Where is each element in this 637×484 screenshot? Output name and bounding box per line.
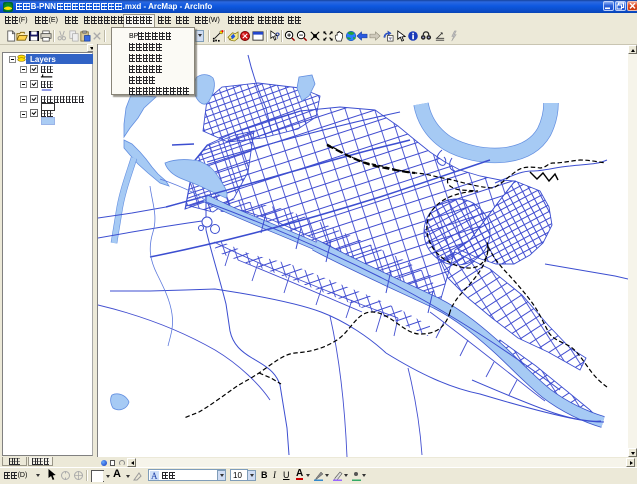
svg-text:?: ? xyxy=(275,30,280,40)
svg-text:A: A xyxy=(151,471,158,480)
